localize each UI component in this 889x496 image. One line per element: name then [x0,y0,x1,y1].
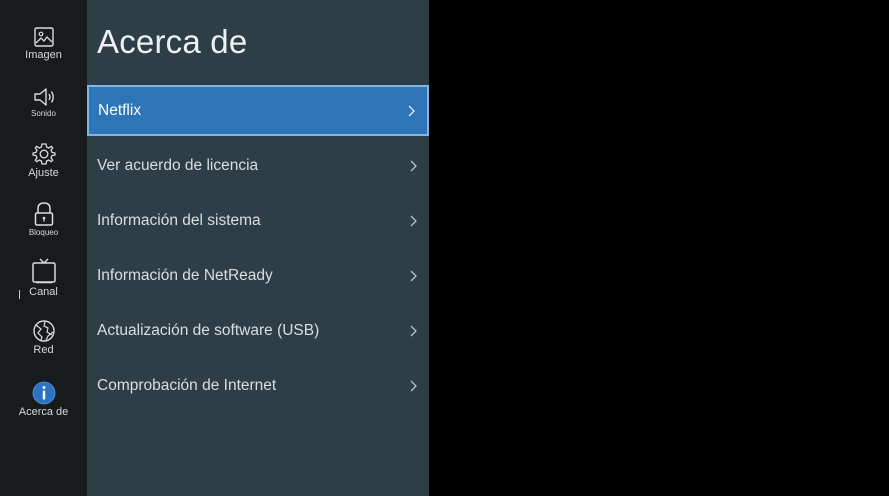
rail-item-imagen[interactable]: Imagen [0,26,87,61]
chevron-right-icon [410,325,417,336]
rail-item-bloqueo[interactable]: Bloqueo [0,201,87,238]
rail-item-red[interactable]: Red [0,319,87,356]
menu-item-label: Ver acuerdo de licencia [97,156,259,174]
video-preview-area [429,0,889,496]
globe-icon [32,320,55,342]
gear-icon [31,143,56,165]
rail-label: Ajuste [28,167,59,179]
menu-item-label: Actualización de software (USB) [97,321,320,339]
menu-item-label: Netflix [98,101,142,119]
picture-icon [33,27,54,47]
page-title: Acerca de [97,23,248,60]
menu-item-netready-info[interactable]: Información de NetReady [87,250,429,301]
rail-item-canal[interactable]: Canal [0,257,87,298]
rail-label: Sonido [31,109,56,118]
about-menu: Netflix Ver acuerdo de licencia Informac… [87,85,429,415]
menu-item-system-info[interactable]: Información del sistema [87,195,429,246]
rail-label: Canal [29,286,58,298]
settings-category-rail: Imagen Sonido Ajuste Bloqueo Canal Red A… [0,0,87,496]
menu-item-software-update-usb[interactable]: Actualización de software (USB) [87,305,429,356]
chevron-right-icon [410,215,417,226]
tv-settings-screen: Imagen Sonido Ajuste Bloqueo Canal Red A… [0,0,889,496]
menu-item-label: Información de NetReady [97,266,273,284]
rail-item-sonido[interactable]: Sonido [0,86,87,119]
about-panel: Acerca de Netflix Ver acuerdo de licenci… [87,0,429,496]
menu-item-license-agreement[interactable]: Ver acuerdo de licencia [87,140,429,191]
chevron-right-icon [410,270,417,281]
menu-item-label: Información del sistema [97,211,261,229]
info-icon [32,381,55,405]
rail-label: Bloqueo [28,228,59,237]
rail-label: Acerca de [18,406,69,418]
menu-item-internet-check[interactable]: Comprobación de Internet [87,360,429,411]
rail-item-ajuste[interactable]: Ajuste [0,142,87,179]
menu-item-label: Comprobación de Internet [97,376,277,394]
chevron-right-icon [410,380,417,391]
tv-icon [31,258,56,284]
lock-icon [34,202,53,226]
speaker-icon [33,88,54,106]
rail-item-acerca-de[interactable]: Acerca de [0,381,87,418]
rail-label: Imagen [25,49,62,61]
rail-label: Red [33,344,54,356]
chevron-right-icon [408,105,415,116]
menu-item-netflix[interactable]: Netflix [87,85,429,136]
chevron-right-icon [410,160,417,171]
